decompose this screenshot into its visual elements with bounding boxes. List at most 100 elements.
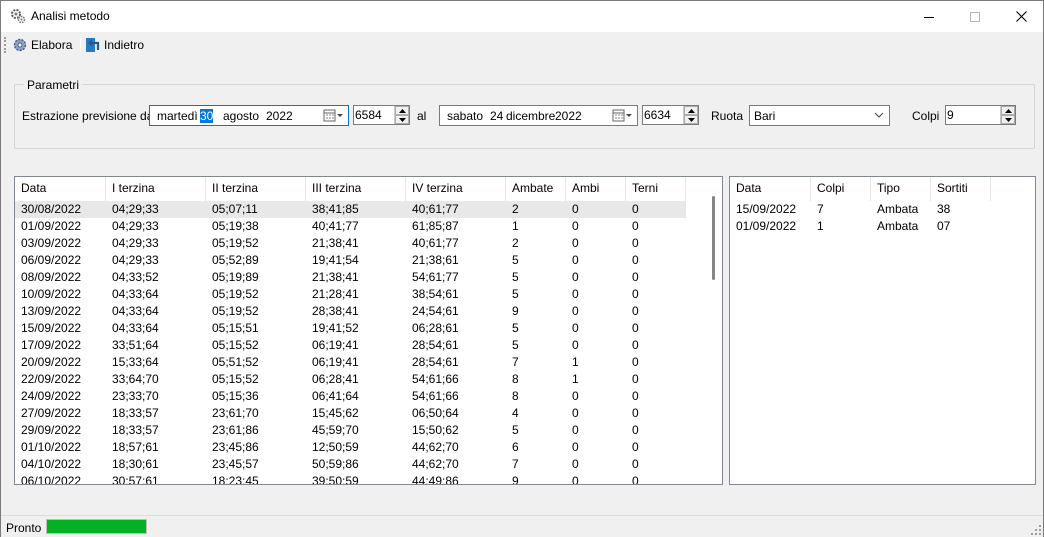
- column-header[interactable]: I terzina: [106, 177, 206, 201]
- table-cell: 0: [572, 389, 579, 403]
- table-row[interactable]: 30/08/2022 04;29;33 05;07;11 38;41;85 40;61;…: [15, 201, 686, 218]
- column-header[interactable]: III terzina: [306, 177, 406, 201]
- main-results-table[interactable]: Data I terzina II terzina III terzina IV ter…: [14, 176, 723, 485]
- side-results-table[interactable]: Data Colpi Tipo Sortiti 15/09/2022 7 Ambata 38…: [729, 176, 1036, 485]
- table-cell: 0: [572, 406, 579, 420]
- from-estrazione-stepper[interactable]: 6584: [353, 105, 410, 125]
- table-cell: 7: [512, 355, 519, 369]
- gear-icon: [13, 38, 27, 52]
- colpi-spin[interactable]: [1000, 106, 1015, 124]
- table-row[interactable]: 15/09/2022 7 Ambata 38: [730, 201, 991, 218]
- table-row[interactable]: 27/09/2022 18;33;57 23;61;70 15;45;62 06;50;…: [15, 405, 686, 422]
- table-row[interactable]: 17/09/2022 33;51;64 05;15;52 06;19;41 28;54;…: [15, 337, 686, 354]
- table-row[interactable]: 13/09/2022 04;33;64 05;19;52 28;38;41 24;54;…: [15, 303, 686, 320]
- table-row[interactable]: 06/09/2022 04;29;33 05;52;89 19;41;54 21;38;…: [15, 252, 686, 269]
- maximize-button[interactable]: [952, 1, 998, 32]
- spin-up-icon[interactable]: [684, 106, 698, 115]
- table-row[interactable]: 04/10/2022 18;30;61 23;45;57 50;59;86 44;62;…: [15, 456, 686, 473]
- spin-down-icon[interactable]: [684, 115, 698, 124]
- table-cell: 40;61;77: [412, 236, 459, 250]
- table-cell: 01/09/2022: [736, 219, 797, 233]
- column-header[interactable]: Ambi: [566, 177, 626, 201]
- column-header[interactable]: Tipo: [871, 177, 931, 201]
- table-cell: 05;15;52: [212, 338, 259, 352]
- spin-up-icon[interactable]: [1001, 106, 1015, 115]
- table-cell: 04;29;33: [112, 253, 159, 267]
- calendar-dropdown-icon[interactable]: [612, 108, 634, 124]
- toolbar-grip[interactable]: [4, 37, 7, 53]
- table-cell: 15;33;64: [112, 355, 159, 369]
- column-header[interactable]: II terzina: [206, 177, 306, 201]
- main-vertical-scrollbar[interactable]: [705, 177, 722, 484]
- table-cell: 06;28;61: [412, 321, 459, 335]
- table-cell: 45;59;70: [312, 423, 359, 437]
- table-cell: 18;33;57: [112, 423, 159, 437]
- table-cell: 05;19;38: [212, 219, 259, 233]
- table-cell: 4: [512, 406, 519, 420]
- column-header[interactable]: Ambate: [506, 177, 566, 201]
- table-row[interactable]: 01/09/2022 1 Ambata 07: [730, 218, 991, 235]
- chevron-down-icon: [874, 112, 884, 118]
- table-cell: 54;61;66: [412, 389, 459, 403]
- table-row[interactable]: 22/09/2022 33;64;70 05;15;52 06;28;41 54;61;…: [15, 371, 686, 388]
- column-header[interactable]: Data: [730, 177, 811, 201]
- table-row[interactable]: 06/10/2022 30;57;61 18;23;45 39;50;59 44;49;…: [15, 473, 686, 485]
- to-estrazione-stepper[interactable]: 6634: [642, 105, 699, 125]
- table-row[interactable]: 01/09/2022 04;29;33 05;19;38 40;41;77 61;85;…: [15, 218, 686, 235]
- table-cell: 10/09/2022: [21, 287, 82, 301]
- table-row[interactable]: 15/09/2022 04;33;64 05;15;51 19;41;52 06;28;…: [15, 320, 686, 337]
- elabora-label: Elabora: [31, 38, 73, 52]
- table-cell: 0: [632, 372, 639, 386]
- table-cell: 7: [512, 457, 519, 471]
- elabora-button[interactable]: Elabora: [12, 35, 72, 55]
- table-row[interactable]: 10/09/2022 04;33;64 05;19;52 21;28;41 38;54;…: [15, 286, 686, 303]
- table-cell: 23;61;70: [212, 406, 259, 420]
- column-header[interactable]: IV terzina: [406, 177, 506, 201]
- table-row[interactable]: 08/09/2022 04;33;52 05;19;89 21;38;41 54;61;…: [15, 269, 686, 286]
- table-cell: 24/09/2022: [21, 389, 82, 403]
- table-cell: 29/09/2022: [21, 423, 82, 437]
- spin-up-icon[interactable]: [395, 106, 409, 115]
- close-icon: [1015, 11, 1027, 22]
- spin-down-icon[interactable]: [395, 115, 409, 124]
- table-cell: 1: [817, 219, 824, 233]
- from-spin[interactable]: [394, 106, 409, 124]
- calendar-dropdown-icon[interactable]: [323, 108, 345, 124]
- colpi-stepper[interactable]: 9: [945, 105, 1016, 125]
- to-year: 2022: [555, 109, 582, 123]
- table-cell: 13/09/2022: [21, 304, 82, 318]
- table-row[interactable]: 01/10/2022 18;57;61 23;45;86 12;50;59 44;62;…: [15, 439, 686, 456]
- table-cell: 30;57;61: [112, 474, 159, 485]
- table-row[interactable]: 20/09/2022 15;33;64 05;51;52 06;19;41 28;54;…: [15, 354, 686, 371]
- close-button[interactable]: [998, 1, 1044, 32]
- indietro-button[interactable]: Indietro: [85, 35, 144, 55]
- table-cell: 8: [512, 389, 519, 403]
- table-cell: 2: [512, 202, 519, 216]
- table-cell: 0: [572, 338, 579, 352]
- ruota-select[interactable]: Bari: [749, 105, 890, 126]
- spin-down-icon[interactable]: [1001, 115, 1015, 124]
- from-day[interactable]: 30: [200, 109, 214, 123]
- minimize-button[interactable]: [906, 1, 952, 32]
- table-row[interactable]: 03/09/2022 04;29;33 05;19;52 21;38;41 40;61;…: [15, 235, 686, 252]
- table-row[interactable]: 24/09/2022 23;33;70 05;15;36 06;41;64 54;61;…: [15, 388, 686, 405]
- from-date-picker[interactable]: martedì 30 agosto 2022: [149, 105, 349, 126]
- table-row[interactable]: 29/09/2022 18;33;57 23;61;86 45;59;70 15;50;…: [15, 422, 686, 439]
- scrollbar-thumb[interactable]: [712, 196, 715, 280]
- table-cell: 38;41;85: [312, 202, 359, 216]
- column-header[interactable]: Terni: [626, 177, 686, 201]
- table-cell: 27/09/2022: [21, 406, 82, 420]
- to-date-picker[interactable]: sabato 24 dicembre 2022: [439, 105, 638, 126]
- resize-grip-icon[interactable]: [1031, 525, 1041, 535]
- table-cell: 0: [572, 474, 579, 485]
- table-cell: 05;19;52: [212, 287, 259, 301]
- column-header[interactable]: Sortiti: [931, 177, 991, 201]
- table-cell: 22/09/2022: [21, 372, 82, 386]
- column-header[interactable]: Colpi: [811, 177, 871, 201]
- to-estrazione-value: 6634: [644, 108, 671, 122]
- column-header[interactable]: Data: [15, 177, 106, 201]
- table-cell: 28;54;61: [412, 355, 459, 369]
- progress-fill: [47, 520, 146, 533]
- side-table-header: Data Colpi Tipo Sortiti: [730, 177, 991, 201]
- to-spin[interactable]: [683, 106, 698, 124]
